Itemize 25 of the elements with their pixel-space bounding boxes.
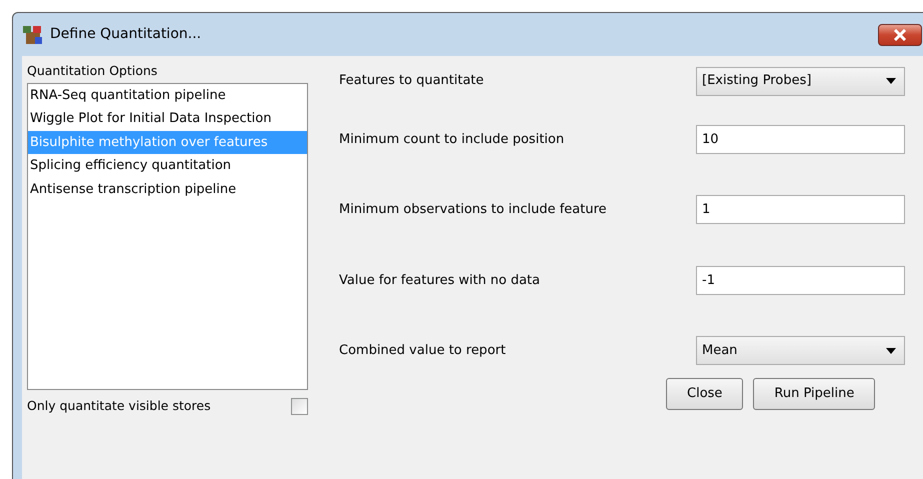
list-item[interactable]: Wiggle Plot for Initial Data Inspection [28,107,307,131]
window-title: Define Quantitation... [50,25,202,44]
list-item[interactable]: RNA-Seq quantitation pipeline [28,84,307,108]
caret-icon [886,78,896,84]
setting-label: Minimum observations to include feature [339,201,608,219]
setting-label: Value for features with no data [339,272,541,290]
input-field[interactable]: -1 [696,266,905,295]
dropdown[interactable]: [Existing Probes] [696,66,905,96]
input-field[interactable]: 10 [696,124,905,154]
setting-label: Combined value to report [339,342,507,360]
close-icon [893,28,907,40]
list-item[interactable]: Antisense transcription pipeline [28,178,307,202]
dropdown[interactable]: Mean [696,336,905,366]
app-icon [22,24,44,46]
list-heading: Quantitation Options [27,62,158,80]
list-item[interactable]: Splicing efficiency quantitation [28,154,307,178]
checkbox-label: Only quantitate visible stores [27,396,211,415]
dialog-button[interactable]: Close [666,378,744,410]
checkbox[interactable] [291,398,308,415]
setting-label: Features to quantitate [339,72,485,90]
input-field[interactable]: 1 [696,195,905,224]
setting-label: Minimum count to include position [339,130,566,148]
close-button[interactable] [878,24,922,46]
dialog-button[interactable]: Run Pipeline [753,378,876,410]
caret-icon [886,348,896,354]
